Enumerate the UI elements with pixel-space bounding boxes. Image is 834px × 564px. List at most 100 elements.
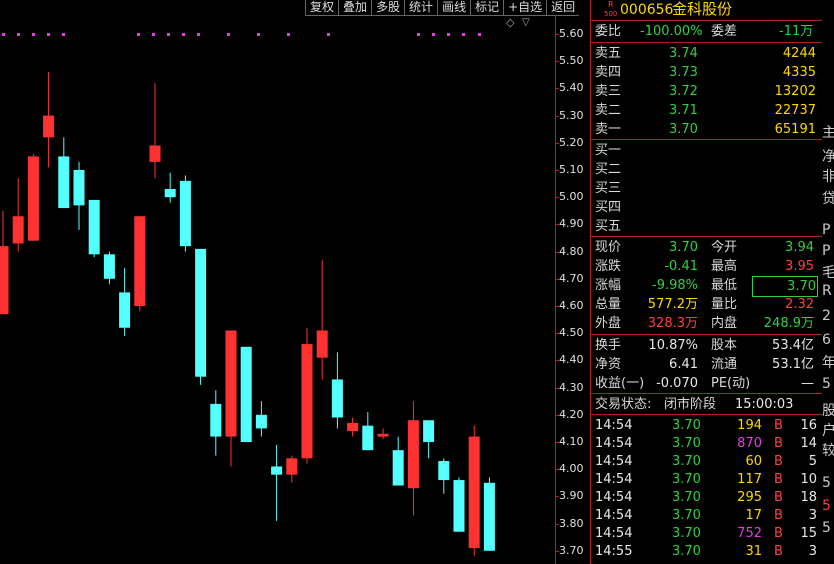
ask-price[interactable]: 3.70 (669, 120, 698, 139)
candle-body (27, 156, 39, 241)
quote-label: 总量 (595, 297, 622, 312)
y-tick-label: 4.60 (559, 299, 584, 312)
tick-price: 3.70 (672, 490, 701, 505)
y-tick-label: 4.10 (559, 435, 584, 448)
signal-dots (2, 33, 481, 36)
tick-count: 18 (800, 490, 817, 505)
divider (590, 414, 822, 415)
weibi-value: -100.00% (640, 24, 703, 39)
signal-dot (152, 33, 155, 36)
statistics-button[interactable]: 统计 (404, 0, 438, 16)
stat-label: 流通 (711, 357, 738, 372)
edge-char: 年 (822, 355, 834, 371)
y-tick-label: 5.10 (559, 163, 584, 176)
kline-chart[interactable] (0, 0, 555, 564)
ask-price[interactable]: 3.74 (669, 44, 698, 63)
mark-button[interactable]: 标记 (470, 0, 504, 16)
stat-label: 净资 (595, 357, 622, 372)
y-tick-label: 5.00 (559, 190, 584, 204)
signal-dot (197, 33, 200, 36)
tick-time: 14:54 (595, 526, 633, 541)
ask-volume: 4335 (782, 65, 816, 80)
fuquan-button[interactable]: 复权 (305, 0, 339, 16)
chart-toolbar: 复权 叠加 多股 统计 画线 标记 +自选 返回 (305, 0, 580, 16)
y-tick-label: 4.30 (559, 380, 584, 394)
candle-body (0, 246, 9, 315)
candle-body (149, 145, 161, 162)
add-watchlist-button[interactable]: +自选 (503, 0, 547, 16)
signal-dot (182, 33, 185, 36)
ask-price[interactable]: 3.71 (669, 101, 698, 120)
badge-top: R (608, 0, 614, 9)
ask-label: 卖四 (595, 65, 622, 80)
tick-time: 14:55 (595, 544, 633, 559)
overlay-button[interactable]: 叠加 (338, 0, 372, 16)
quote-value: 3.94 (785, 240, 814, 255)
ask-label: 卖三 (595, 84, 622, 99)
signal-dot (17, 33, 20, 36)
back-button[interactable]: 返回 (546, 0, 580, 16)
quote-value: -0.41 (664, 259, 698, 274)
divider (590, 393, 822, 394)
draw-line-button[interactable]: 画线 (437, 0, 471, 16)
tick-volume: 17 (745, 508, 762, 523)
edge-char: 净 (822, 149, 834, 165)
candle-body (377, 433, 389, 437)
quote-label: 现价 (595, 240, 622, 255)
status-label: 交易状态: (595, 397, 652, 412)
tick-count: 14 (800, 436, 817, 451)
tick-volume: 295 (737, 490, 762, 505)
tick-count: 5 (808, 454, 817, 469)
candle-body (210, 403, 222, 437)
edge-char: 股 (822, 403, 834, 419)
signal-dot (327, 33, 330, 36)
tick-time: 14:54 (595, 490, 633, 505)
tick-time: 14:54 (595, 472, 633, 487)
tick-count: 10 (800, 472, 817, 487)
triangle-down-icon[interactable]: ▽ (522, 17, 530, 29)
edge-char: 2 (822, 308, 831, 324)
signal-dot (32, 33, 35, 36)
tick-price: 3.70 (672, 472, 701, 487)
edge-char: 户 (822, 423, 834, 439)
edge-char: 5 (822, 520, 831, 536)
stat-value: 53.4亿 (772, 338, 814, 353)
tick-volume: 117 (737, 472, 762, 487)
quote-label: 内盘 (711, 316, 738, 331)
candle-body (73, 170, 85, 206)
tick-time: 14:54 (595, 508, 633, 523)
y-axis-line (555, 15, 556, 564)
signal-dot (47, 33, 50, 36)
y-tick-label: 3.70 (559, 543, 584, 557)
edge-char: P (822, 222, 831, 238)
y-tick-label: 5.20 (559, 135, 584, 149)
tick-time: 14:54 (595, 454, 633, 469)
stock-code: 000656 (620, 2, 674, 18)
candle-body (392, 450, 404, 486)
ask-price[interactable]: 3.72 (669, 82, 698, 101)
quote-label: 涨跌 (595, 259, 622, 274)
multi-stock-button[interactable]: 多股 (371, 0, 405, 16)
quote-value: 3.70 (752, 276, 818, 297)
candle-body (271, 466, 283, 475)
tick-volume: 870 (737, 436, 762, 451)
candle-body (453, 480, 465, 532)
badge-bottom: 500 (604, 10, 618, 18)
tick-price: 3.70 (672, 508, 701, 523)
tick-side: B (774, 454, 783, 469)
candle-body (225, 330, 237, 437)
divider (590, 334, 822, 335)
y-tick-label: 4.90 (559, 217, 584, 231)
tick-time: 14:54 (595, 418, 633, 433)
tick-price: 3.70 (672, 436, 701, 451)
y-tick-label: 4.00 (559, 462, 584, 476)
tick-side: B (774, 418, 783, 433)
candle-body (255, 414, 267, 429)
candle-body (43, 115, 55, 138)
candle-body (316, 330, 328, 358)
signal-dot (257, 33, 260, 36)
y-tick-label: 4.70 (559, 271, 584, 285)
diamond-icon[interactable]: ◇ (506, 17, 514, 29)
candle-body (134, 216, 146, 306)
ask-price[interactable]: 3.73 (669, 63, 698, 82)
